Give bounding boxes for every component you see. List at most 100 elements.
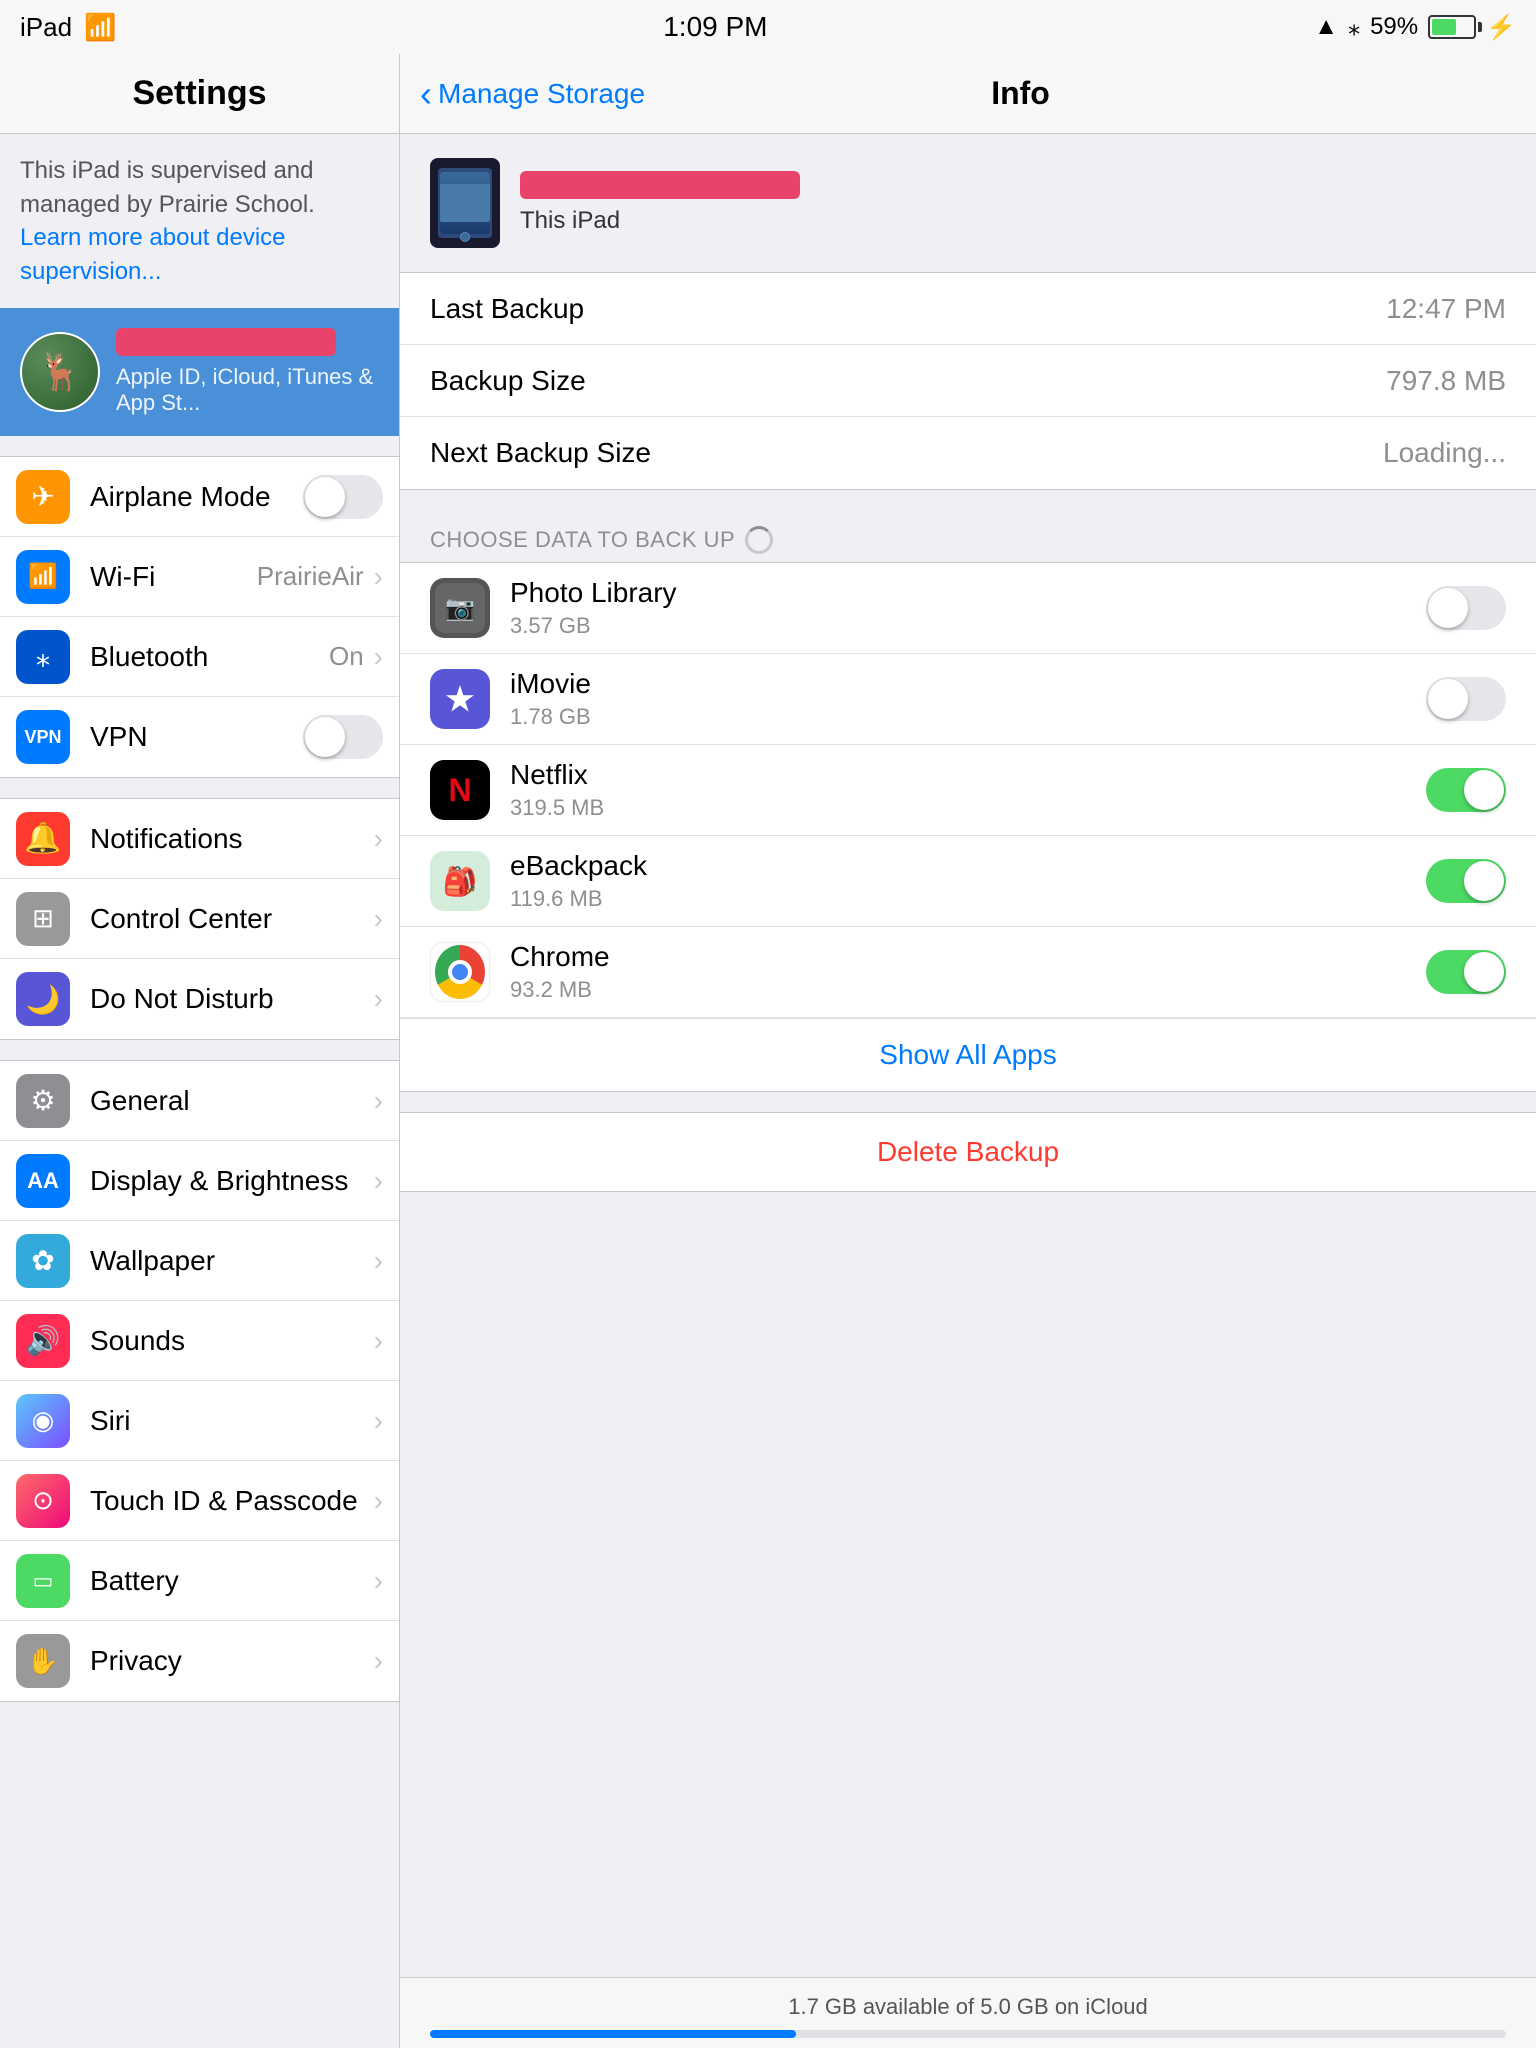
sounds-label: Sounds bbox=[90, 1325, 374, 1357]
sidebar-item-wallpaper[interactable]: ✿ Wallpaper › bbox=[0, 1221, 399, 1301]
sidebar-item-siri[interactable]: ◉ Siri › bbox=[0, 1381, 399, 1461]
section-header-choose-data: CHOOSE DATA TO BACK UP bbox=[400, 510, 1536, 562]
bluetooth-label: Bluetooth bbox=[90, 641, 329, 673]
imovie-name: iMovie bbox=[510, 668, 1426, 700]
wallpaper-icon: ✿ bbox=[16, 1234, 70, 1288]
supervision-link[interactable]: Learn more about device supervision... bbox=[20, 224, 286, 285]
sounds-icon: 🔊 bbox=[16, 1314, 70, 1368]
siri-chevron: › bbox=[374, 1405, 383, 1437]
back-label[interactable]: Manage Storage bbox=[438, 78, 645, 110]
storage-text: 1.7 GB available of 5.0 GB on iCloud bbox=[430, 1994, 1506, 2020]
list-item: N Netflix 319.5 MB bbox=[400, 745, 1536, 836]
general-icon: ⚙ bbox=[16, 1074, 70, 1128]
photo-library-info: Photo Library 3.57 GB bbox=[510, 577, 1426, 639]
wifi-settings-icon: 📶 bbox=[16, 550, 70, 604]
show-all-row[interactable]: Show All Apps bbox=[400, 1018, 1536, 1091]
sidebar-item-do-not-disturb[interactable]: 🌙 Do Not Disturb › bbox=[0, 959, 399, 1039]
imovie-size: 1.78 GB bbox=[510, 704, 1426, 730]
netflix-icon: N bbox=[430, 760, 490, 820]
ebackpack-toggle[interactable] bbox=[1426, 859, 1506, 903]
ebackpack-info: eBackpack 119.6 MB bbox=[510, 850, 1426, 912]
settings-group-connectivity: ✈ Airplane Mode 📶 Wi-Fi PrairieAir › ⁎ B… bbox=[0, 456, 399, 778]
notifications-chevron: › bbox=[374, 823, 383, 855]
general-chevron: › bbox=[374, 1085, 383, 1117]
last-backup-label: Last Backup bbox=[430, 293, 1386, 325]
device-label: iPad bbox=[20, 12, 72, 43]
sidebar-item-airplane-mode[interactable]: ✈ Airplane Mode bbox=[0, 457, 399, 537]
chrome-info: Chrome 93.2 MB bbox=[510, 941, 1426, 1003]
delete-backup-button[interactable]: Delete Backup bbox=[877, 1136, 1059, 1168]
chrome-icon bbox=[430, 942, 490, 1002]
delete-backup-card[interactable]: Delete Backup bbox=[400, 1112, 1536, 1192]
device-icon bbox=[430, 158, 500, 248]
netflix-toggle[interactable] bbox=[1426, 768, 1506, 812]
battery-fill bbox=[1432, 19, 1456, 35]
bluetooth-settings-icon: ⁎ bbox=[16, 630, 70, 684]
vpn-toggle[interactable] bbox=[303, 715, 383, 759]
touch-id-chevron: › bbox=[374, 1485, 383, 1517]
wifi-label: Wi-Fi bbox=[90, 561, 257, 593]
info-panel: ‹ Manage Storage Info This iPad Last Bac… bbox=[400, 54, 1536, 2048]
backup-size-value: 797.8 MB bbox=[1386, 365, 1506, 397]
siri-label: Siri bbox=[90, 1405, 374, 1437]
back-button[interactable]: ‹ Manage Storage bbox=[420, 76, 645, 112]
section-header-text: CHOOSE DATA TO BACK UP bbox=[430, 527, 735, 553]
chrome-size: 93.2 MB bbox=[510, 977, 1426, 1003]
next-backup-value: Loading... bbox=[1383, 437, 1506, 469]
profile-section[interactable]: 🦌 Apple ID, iCloud, iTunes & App St... bbox=[0, 308, 399, 436]
control-center-label: Control Center bbox=[90, 903, 374, 935]
sidebar-item-bluetooth[interactable]: ⁎ Bluetooth On › bbox=[0, 617, 399, 697]
sidebar-item-battery[interactable]: ▭ Battery › bbox=[0, 1541, 399, 1621]
back-chevron-icon: ‹ bbox=[420, 76, 432, 112]
battery-icon bbox=[1428, 15, 1476, 39]
sidebar-item-privacy[interactable]: ✋ Privacy › bbox=[0, 1621, 399, 1701]
photo-library-icon: 📷 bbox=[430, 578, 490, 638]
vpn-icon: VPN bbox=[16, 710, 70, 764]
dnd-label: Do Not Disturb bbox=[90, 983, 374, 1015]
sidebar-item-display[interactable]: AA Display & Brightness › bbox=[0, 1141, 399, 1221]
photo-library-size: 3.57 GB bbox=[510, 613, 1426, 639]
imovie-toggle[interactable] bbox=[1426, 677, 1506, 721]
list-item: ★ iMovie 1.78 GB bbox=[400, 654, 1536, 745]
siri-icon: ◉ bbox=[16, 1394, 70, 1448]
display-label: Display & Brightness bbox=[90, 1165, 374, 1197]
sidebar-item-notifications[interactable]: 🔔 Notifications › bbox=[0, 799, 399, 879]
battery-label: Battery bbox=[90, 1565, 374, 1597]
battery-chevron: › bbox=[374, 1565, 383, 1597]
backup-size-row: Backup Size 797.8 MB bbox=[400, 345, 1536, 417]
sidebar-item-control-center[interactable]: ⊞ Control Center › bbox=[0, 879, 399, 959]
sidebar-item-wifi[interactable]: 📶 Wi-Fi PrairieAir › bbox=[0, 537, 399, 617]
sidebar-item-vpn[interactable]: VPN VPN bbox=[0, 697, 399, 777]
notifications-label: Notifications bbox=[90, 823, 374, 855]
show-all-button[interactable]: Show All Apps bbox=[879, 1039, 1056, 1071]
bluetooth-icon: ⁎ bbox=[1348, 13, 1360, 42]
profile-subtitle: Apple ID, iCloud, iTunes & App St... bbox=[116, 364, 379, 416]
supervision-notice: This iPad is supervised and managed by P… bbox=[0, 134, 399, 308]
photo-library-toggle[interactable] bbox=[1426, 586, 1506, 630]
device-section: This iPad bbox=[400, 134, 1536, 272]
wallpaper-chevron: › bbox=[374, 1245, 383, 1277]
netflix-name: Netflix bbox=[510, 759, 1426, 791]
sidebar-item-touch-id[interactable]: ⊙ Touch ID & Passcode › bbox=[0, 1461, 399, 1541]
display-chevron: › bbox=[374, 1165, 383, 1197]
settings-group-system: ⚙ General › AA Display & Brightness › ✿ … bbox=[0, 1060, 399, 1702]
backup-size-label: Backup Size bbox=[430, 365, 1386, 397]
time-display: 1:09 PM bbox=[663, 11, 767, 43]
airplane-icon: ✈ bbox=[16, 470, 70, 524]
sidebar-item-general[interactable]: ⚙ General › bbox=[0, 1061, 399, 1141]
sidebar-item-sounds[interactable]: 🔊 Sounds › bbox=[0, 1301, 399, 1381]
battery-pct: 59% bbox=[1370, 13, 1418, 41]
ebackpack-size: 119.6 MB bbox=[510, 886, 1426, 912]
chrome-toggle[interactable] bbox=[1426, 950, 1506, 994]
device-name-area: This iPad bbox=[520, 171, 1506, 235]
list-item: Chrome 93.2 MB bbox=[400, 927, 1536, 1018]
airplane-toggle[interactable] bbox=[303, 475, 383, 519]
bluetooth-chevron: › bbox=[374, 641, 383, 673]
display-icon: AA bbox=[16, 1154, 70, 1208]
device-subtitle: This iPad bbox=[520, 207, 1506, 235]
spacer bbox=[400, 1212, 1536, 1977]
settings-panel: Settings This iPad is supervised and man… bbox=[0, 54, 400, 2048]
ebackpack-icon: 🎒 bbox=[430, 851, 490, 911]
storage-fill bbox=[430, 2030, 796, 2038]
location-icon: ▲ bbox=[1314, 13, 1338, 41]
